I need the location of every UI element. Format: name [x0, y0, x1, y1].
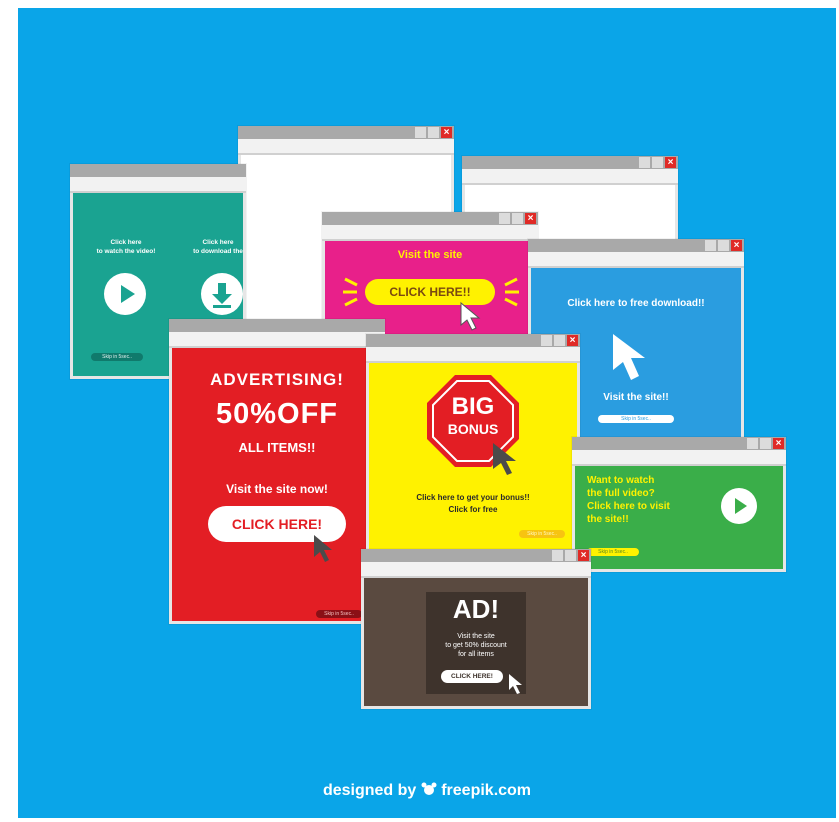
address-bar	[462, 169, 678, 185]
window-controls: ×	[499, 213, 536, 224]
download-text: Click here to download the	[193, 239, 243, 255]
cursor-icon	[509, 674, 522, 694]
address-bar	[70, 177, 246, 193]
minimize-button[interactable]	[415, 127, 426, 138]
visit-site-text: Visit the site	[397, 249, 463, 261]
download-icon[interactable]	[201, 273, 243, 315]
window-controls: ×	[747, 438, 784, 449]
window-controls: ×	[541, 335, 578, 346]
visit-site-text: Visit the site now!	[226, 482, 328, 496]
close-button[interactable]: ×	[773, 438, 784, 449]
close-button[interactable]: ×	[441, 127, 452, 138]
maximize-button[interactable]	[760, 438, 771, 449]
all-items-text: ALL ITEMS!!	[238, 440, 316, 455]
minimize-button[interactable]	[705, 240, 716, 251]
close-button[interactable]: ×	[525, 213, 536, 224]
ad-title: AD!	[452, 594, 500, 624]
brown-ad-window: × AD! Visit the site to get 50% discount…	[361, 549, 591, 709]
red-ad-window: ADVERTISING! 50%OFF ALL ITEMS!! Visit th…	[169, 319, 385, 624]
freepik-logo-icon	[421, 782, 437, 796]
maximize-button[interactable]	[652, 157, 663, 168]
cursor-icon	[460, 301, 481, 331]
window-controls: ×	[705, 240, 742, 251]
window-controls: ×	[552, 550, 589, 561]
skip-button[interactable]: Skip in 5sec..	[316, 610, 362, 618]
minimize-button[interactable]	[747, 438, 758, 449]
minimize-button[interactable]	[639, 157, 650, 168]
click-here-button[interactable]: CLICK HERE!	[441, 670, 503, 683]
play-icon[interactable]	[104, 273, 146, 315]
discount-text: Visit the site to get 50% discount for a…	[445, 633, 507, 658]
click-free-text: Click for free	[448, 505, 498, 514]
close-button[interactable]: ×	[578, 550, 589, 561]
bonus-instruction-text: Click here to get your bonus!!	[416, 493, 530, 502]
bonus-text: BONUS	[447, 421, 499, 437]
skip-button[interactable]: Skip in 5sec..	[519, 530, 565, 538]
close-button[interactable]: ×	[731, 240, 742, 251]
maximize-button[interactable]	[428, 127, 439, 138]
address-bar	[238, 139, 454, 155]
address-bar	[366, 347, 580, 363]
window-content: BIG BONUS Click here to get your bonus!!…	[369, 363, 577, 549]
freepik-brand-text: freepik.com	[441, 782, 532, 799]
advertising-text: ADVERTISING!	[210, 370, 344, 389]
play-icon[interactable]	[721, 488, 757, 524]
window-controls: ×	[415, 127, 452, 138]
maximize-button[interactable]	[512, 213, 523, 224]
designed-by-text: designed by	[322, 782, 417, 799]
skip-button[interactable]: Skip in 5sec..	[587, 548, 639, 556]
close-button[interactable]: ×	[567, 335, 578, 346]
minimize-button[interactable]	[552, 550, 563, 561]
watch-text: Click here to watch the video!	[96, 239, 156, 255]
window-content: ADVERTISING! 50%OFF ALL ITEMS!! Visit th…	[172, 348, 382, 621]
window-content: Want to watch the full video? Click here…	[575, 466, 783, 569]
discount-text: 50%OFF	[215, 398, 339, 430]
big-text: BIG	[451, 393, 495, 420]
minimize-button[interactable]	[499, 213, 510, 224]
yellow-bonus-window: × BIG BONUS Click here to get your bonus…	[366, 334, 580, 552]
cursor-icon	[493, 443, 516, 475]
green-full-video-window: × Want to watch the full video? Click he…	[572, 437, 786, 572]
skip-button[interactable]: Skip in 5sec..	[91, 353, 143, 361]
address-bar	[361, 562, 591, 578]
address-bar	[572, 450, 786, 466]
title-bar	[169, 319, 385, 332]
maximize-button[interactable]	[554, 335, 565, 346]
footer-credit: designed by freepik.com	[18, 782, 836, 800]
close-button[interactable]: ×	[665, 157, 676, 168]
window-content: AD! Visit the site to get 50% discount f…	[364, 578, 588, 706]
download-text: Click here to free download!!	[567, 298, 705, 309]
maximize-button[interactable]	[565, 550, 576, 561]
address-bar	[528, 252, 744, 268]
window-controls: ×	[639, 157, 676, 168]
address-bar	[322, 225, 538, 241]
minimize-button[interactable]	[541, 335, 552, 346]
title-bar	[70, 164, 246, 177]
cursor-icon	[314, 535, 332, 562]
address-bar	[169, 332, 385, 348]
cursor-icon	[613, 334, 645, 380]
maximize-button[interactable]	[718, 240, 729, 251]
watch-full-video-text: Want to watch the full video? Click here…	[587, 475, 670, 525]
poster-background: × × Click here to watch the video! Click…	[18, 8, 836, 818]
skip-button[interactable]: Skip in 5sec..	[598, 415, 674, 423]
